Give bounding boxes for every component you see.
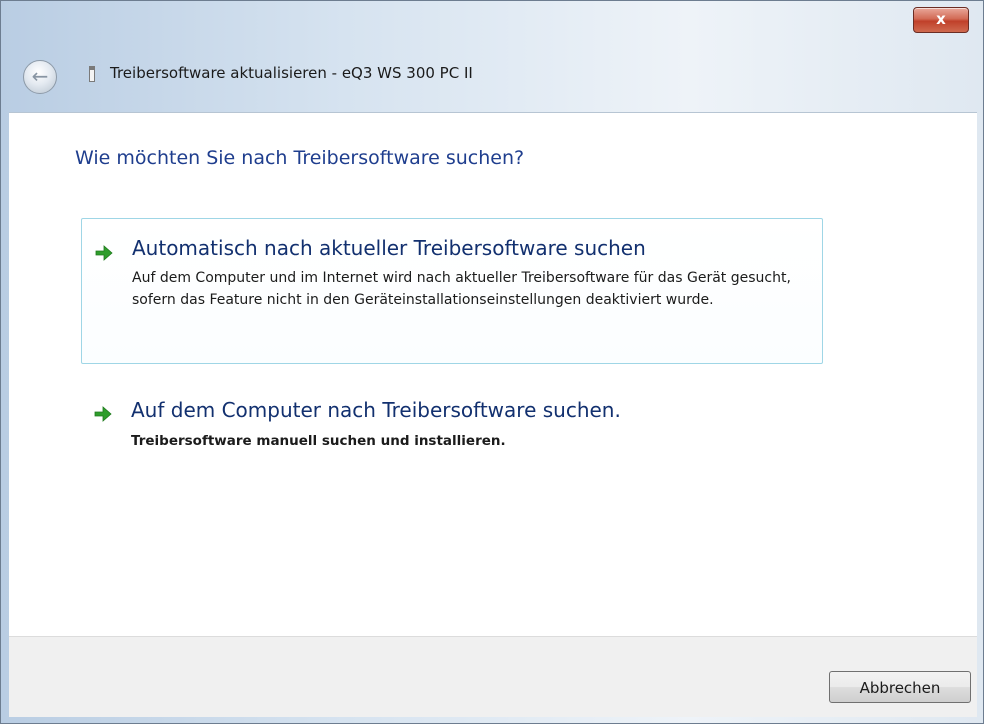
cancel-button[interactable]: Abbrechen — [829, 671, 971, 703]
close-button[interactable]: x — [913, 7, 969, 33]
content-area: Wie möchten Sie nach Treibersoftware suc… — [9, 112, 977, 637]
device-icon — [89, 66, 95, 82]
option-description: Treibersoftware manuell suchen und insta… — [131, 433, 506, 449]
window-title: Treibersoftware aktualisieren - eQ3 WS 3… — [110, 64, 473, 82]
green-arrow-icon — [95, 245, 113, 261]
page-heading: Wie möchten Sie nach Treibersoftware suc… — [75, 147, 525, 169]
option-title: Automatisch nach aktueller Treibersoftwa… — [132, 236, 646, 260]
dialog-window: x ← Treibersoftware aktualisieren - eQ3 … — [0, 0, 984, 724]
back-button[interactable]: ← — [23, 60, 57, 94]
green-arrow-icon — [94, 406, 112, 422]
close-icon: x — [936, 10, 946, 28]
option-manual-search[interactable]: Auf dem Computer nach Treibersoftware su… — [81, 388, 823, 458]
option-auto-search[interactable]: Automatisch nach aktueller Treibersoftwa… — [81, 218, 823, 364]
option-title: Auf dem Computer nach Treibersoftware su… — [131, 398, 621, 422]
dialog-footer: Abbrechen — [9, 636, 977, 717]
back-arrow-icon: ← — [31, 64, 49, 88]
option-description: Auf dem Computer und im Internet wird na… — [132, 270, 791, 308]
